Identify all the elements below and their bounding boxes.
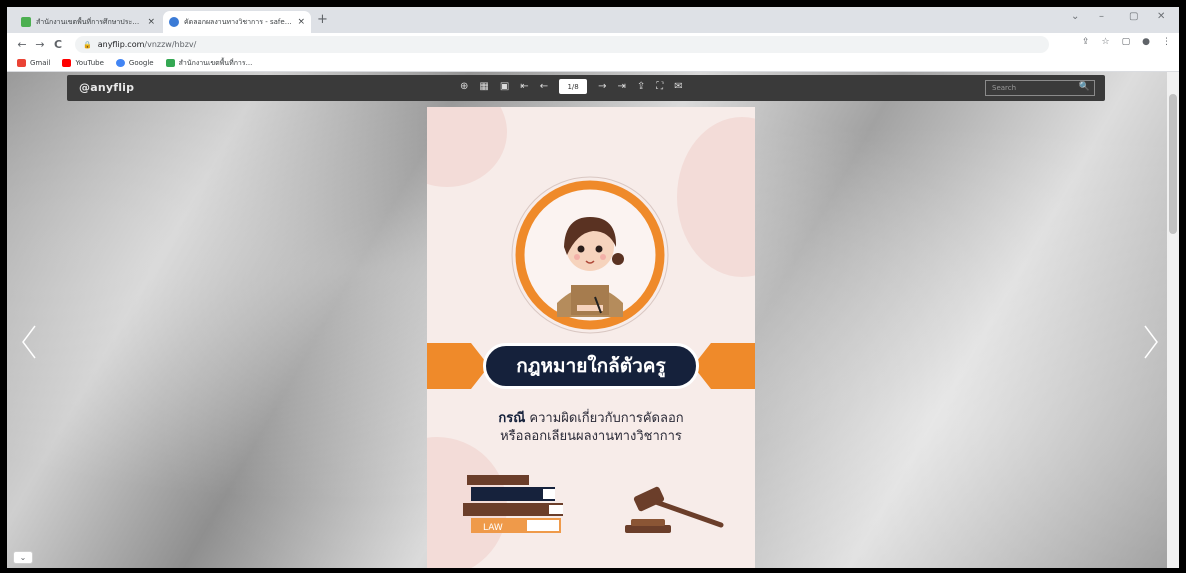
next-page-arrow-icon[interactable]	[1141, 322, 1161, 362]
tab-sesao[interactable]: สำนักงานเขตพื้นที่การศึกษาประถมศึกษา ×	[15, 11, 161, 33]
first-page-icon[interactable]: ⇤	[520, 81, 528, 92]
google-icon	[115, 59, 125, 67]
previous-page-icon[interactable]: ←	[540, 81, 548, 92]
browser-window: สำนักงานเขตพื้นที่การศึกษาประถมศึกษา × ค…	[7, 7, 1179, 568]
zoom-icon[interactable]: ⊕	[460, 81, 468, 92]
tab-strip: สำนักงานเขตพื้นที่การศึกษาประถมศึกษา × ค…	[7, 7, 1179, 33]
book-label: LAW	[483, 523, 503, 533]
scrollbar-thumb[interactable]	[1169, 94, 1177, 234]
gavel-icon	[625, 486, 724, 533]
share-icon[interactable]: ⇪	[1082, 37, 1090, 47]
profile-icon[interactable]: ●	[1142, 37, 1150, 47]
anyflip-favicon-icon	[169, 17, 179, 27]
search-icon[interactable]: 🔍	[1079, 82, 1090, 92]
bookmark-sesao[interactable]: สำนักงานเขตพื้นที่การ...	[165, 58, 253, 69]
page-indicator[interactable]: 1/8	[559, 79, 588, 94]
search-placeholder: Search	[992, 84, 1017, 92]
tab-search-icon[interactable]: ⌄	[1071, 11, 1079, 22]
last-page-icon[interactable]: ⇥	[617, 81, 625, 92]
banner-right-tab-icon	[693, 343, 755, 389]
tab-title: คัดลอกผลงานทางวิชาการ - safee.h	[184, 17, 294, 26]
flipbook-toolbar: @anyflip ⊕ ▦ ▣ ⇤ ← 1/8 → ⇥ ⇪ ⛶ ✉ Search …	[67, 75, 1105, 101]
forward-button[interactable]: →	[31, 38, 49, 51]
back-button[interactable]: ←	[13, 38, 31, 51]
flipbook-tools: ⊕ ▦ ▣ ⇤ ← 1/8 → ⇥ ⇪ ⛶ ✉	[460, 79, 683, 94]
books-icon: LAW	[463, 475, 563, 533]
flipbook-page: กฎหมายใกล้ตัวครู กรณี ความผิดเกี่ยวกับกา…	[427, 107, 755, 568]
menu-icon[interactable]: ⋮	[1162, 37, 1171, 47]
url-path: /vnzzw/hbzv/	[144, 40, 197, 49]
bookmark-youtube[interactable]: YouTube	[62, 59, 104, 67]
tab-anyflip[interactable]: คัดลอกผลงานทางวิชาการ - safee.h ×	[163, 11, 311, 33]
email-icon[interactable]: ✉	[674, 81, 682, 92]
star-icon[interactable]: ☆	[1102, 37, 1110, 47]
browser-toolbar: ← → C 🔒 anyflip.com /vnzzw/hbzv/ ⇪ ☆ ▢ ●…	[7, 33, 1179, 55]
prev-page-arrow-icon[interactable]	[19, 322, 39, 362]
bookmark-gmail[interactable]: Gmail	[17, 59, 50, 67]
bookmark-label: สำนักงานเขตพื้นที่การ...	[178, 58, 253, 67]
minimize-button[interactable]: –	[1099, 11, 1104, 22]
bookmark-google[interactable]: Google	[115, 59, 154, 67]
bookmark-label: Google	[128, 59, 154, 67]
close-window-button[interactable]: ✕	[1157, 11, 1165, 22]
search-input[interactable]: Search 🔍	[985, 80, 1095, 96]
decor-blob	[677, 117, 755, 277]
decor-blob	[427, 107, 507, 187]
toolbar-right: ⇪ ☆ ▢ ● ⋮	[1082, 37, 1171, 47]
bookmark-label: YouTube	[75, 59, 104, 67]
new-tab-button[interactable]: +	[317, 12, 328, 27]
bookmarks-bar: Gmail YouTube Google สำนักงานเขตพื้นที่ก…	[7, 55, 1179, 72]
tab-close-icon[interactable]: ×	[297, 17, 305, 27]
page-scrollbar[interactable]	[1167, 72, 1179, 568]
youtube-icon	[62, 59, 72, 67]
reload-button[interactable]: C	[49, 38, 67, 51]
subtitle-text: ความผิดเกี่ยวกับการคัดลอก	[525, 411, 684, 426]
url-host: anyflip.com	[97, 40, 145, 49]
title-banner: กฎหมายใกล้ตัวครู	[427, 339, 755, 399]
chevron-down-icon[interactable]: ⌄	[13, 551, 33, 564]
address-bar[interactable]: 🔒 anyflip.com /vnzzw/hbzv/	[75, 36, 1049, 53]
tab-close-icon[interactable]: ×	[147, 17, 155, 27]
flipbook-viewer: @anyflip ⊕ ▦ ▣ ⇤ ← 1/8 → ⇥ ⇪ ⛶ ✉ Search …	[7, 72, 1167, 568]
single-page-icon[interactable]: ▣	[500, 81, 509, 92]
thumbnails-icon[interactable]: ▦	[479, 81, 488, 92]
bookmark-label: Gmail	[30, 59, 51, 67]
folder-icon	[165, 59, 175, 67]
restore-button[interactable]: ▢	[1129, 11, 1138, 22]
share-icon[interactable]: ⇪	[637, 81, 645, 92]
banner-left-tab-icon	[427, 343, 489, 389]
banner-title: กฎหมายใกล้ตัวครู	[483, 343, 699, 389]
side-panel-icon[interactable]: ▢	[1122, 37, 1131, 47]
tab-title: สำนักงานเขตพื้นที่การศึกษาประถมศึกษา	[36, 17, 143, 26]
fullscreen-icon[interactable]: ⛶	[656, 81, 663, 92]
site-favicon-icon	[21, 17, 31, 27]
anyflip-logo[interactable]: @anyflip	[79, 81, 134, 94]
gmail-icon	[17, 59, 26, 67]
lock-icon: 🔒	[83, 40, 92, 49]
next-page-icon[interactable]: →	[598, 81, 606, 92]
teacher-illustration	[511, 176, 669, 334]
subtitle-bold: กรณี	[498, 411, 526, 426]
subtitle-line-2: หรือลอกเลียนผลงานทางวิชาการ	[500, 429, 682, 444]
